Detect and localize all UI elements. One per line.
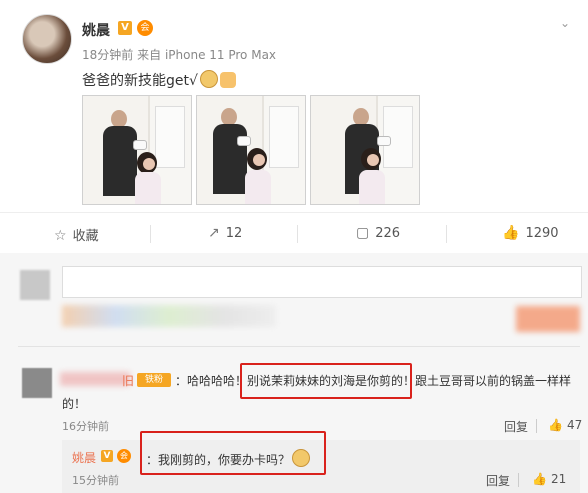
dog-emoji-icon (199, 70, 218, 88)
verified-badge-icon: V (118, 21, 132, 35)
reply-like-count: 21 (550, 472, 567, 486)
reply-like-button[interactable]: 👍 21 (532, 472, 566, 486)
source-device[interactable]: iPhone 11 Pro Max (165, 48, 276, 62)
highlight-box (240, 363, 412, 399)
post-meta: 18分钟前 来自 iPhone 11 Pro Max (82, 46, 276, 63)
reply-reply-button[interactable]: 回复 (486, 472, 510, 489)
commenter-name-blurred[interactable] (60, 372, 130, 386)
divider (18, 346, 580, 347)
comment-reply-button[interactable]: 回复 (504, 418, 528, 435)
like-button[interactable]: 👍 1290 (502, 225, 559, 241)
post-photo-3[interactable] (310, 95, 420, 205)
comment-input[interactable] (62, 266, 582, 298)
favorite-label: 收藏 (72, 229, 99, 244)
avatar[interactable] (22, 14, 72, 64)
post-text: 爸爸的新技能get√ (82, 70, 236, 90)
comment-count: 226 (375, 226, 401, 241)
highlight-box (140, 431, 326, 475)
comment-like-button[interactable]: 👍 47 (548, 418, 582, 432)
favorite-button[interactable]: ☆ 收藏 (54, 225, 99, 244)
current-user-avatar (20, 270, 50, 300)
post-time[interactable]: 18分钟前 (82, 48, 133, 62)
commenter-avatar[interactable] (22, 368, 52, 398)
post-username[interactable]: 姚晨 (82, 20, 110, 40)
repost-count: 12 (225, 226, 243, 241)
action-bar: ☆ 收藏 ↗ 12 ▢ 226 👍 1290 (0, 212, 588, 254)
source-prefix: 来自 (137, 48, 162, 62)
divider (536, 419, 537, 433)
comment-icon: ▢ (356, 225, 370, 241)
fan-badge-icon: 铁粉 (137, 373, 171, 387)
vip-badge-icon: 会 (117, 449, 131, 463)
share-icon: ↗ (208, 225, 220, 241)
comment-text-end: 跟土豆哥哥以前的锅盖一样样 (415, 374, 572, 388)
reply-time: 15分钟前 (72, 474, 119, 487)
comment-time: 16分钟前 (62, 420, 109, 433)
vip-badge-icon: 会 (137, 20, 153, 36)
chevron-down-icon[interactable]: ⌄ (560, 16, 570, 30)
verified-badge-icon: V (101, 450, 113, 462)
thumbs-up-emoji-icon (219, 72, 236, 88)
comment-submit-button[interactable] (516, 306, 580, 332)
post-text-content: 爸爸的新技能get√ (82, 73, 198, 89)
post-photo-2[interactable] (196, 95, 306, 205)
comment-toolbar[interactable] (62, 305, 276, 327)
comment-like-count: 47 (566, 418, 583, 432)
thumbs-up-icon: 👍 (532, 472, 547, 486)
commenter-name[interactable]: 旧 (122, 372, 134, 389)
comment-button[interactable]: ▢ 226 (356, 225, 400, 241)
star-icon: ☆ (54, 228, 67, 244)
comment-text-start: ：哈哈哈哈！ (175, 374, 248, 388)
reply-username[interactable]: 姚晨 (72, 449, 96, 466)
divider (518, 473, 519, 487)
comment-text-line2: 的！ (62, 397, 87, 411)
post-photo-1[interactable] (82, 95, 192, 205)
thumbs-up-icon: 👍 (502, 225, 520, 241)
like-count: 1290 (525, 226, 559, 241)
repost-button[interactable]: ↗ 12 (208, 225, 242, 241)
thumbs-up-icon: 👍 (548, 418, 563, 432)
